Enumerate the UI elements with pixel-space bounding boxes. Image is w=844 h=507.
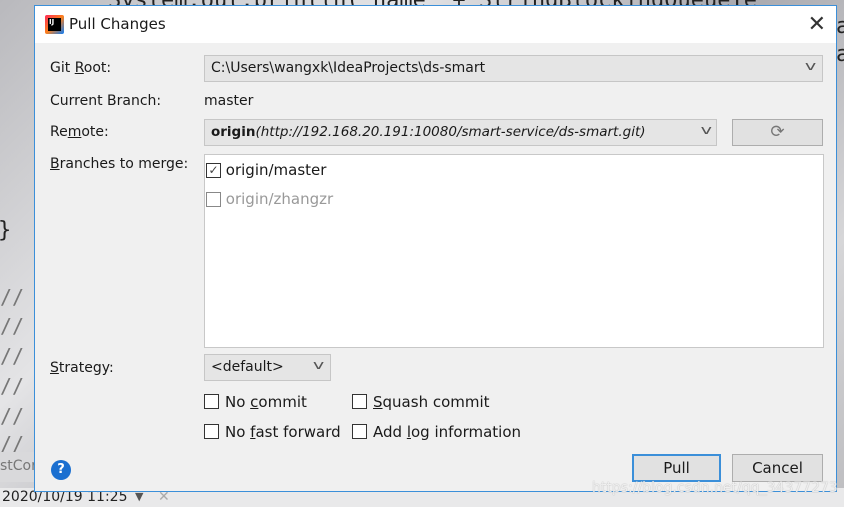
pull-button[interactable]: Pull (632, 454, 721, 482)
remote-url: (http://192.168.20.191:10080/smart-servi… (255, 124, 646, 140)
watermark: https://blog.csdn.net/qq_34377273 (592, 480, 838, 496)
pull-changes-dialog: IJ Pull Changes ✕ Git Root: C:\Users\wan… (34, 5, 837, 492)
branch-item-origin-master[interactable]: ✓ origin/master (206, 161, 326, 179)
remote-name: origin (211, 124, 256, 140)
refresh-remotes-button[interactable]: ⟳ (732, 119, 823, 146)
chevron-down-icon: v (690, 123, 712, 137)
add-log-information-checkbox[interactable]: Add log information (352, 423, 521, 441)
no-fast-forward-checkbox[interactable]: No fast forward (204, 423, 341, 441)
editor-brace: } (0, 218, 11, 243)
editor-comment: // (0, 344, 25, 368)
squash-commit-checkbox[interactable]: Squash commit (352, 393, 490, 411)
branches-label: Branches to merge: (50, 156, 189, 172)
intellij-logo-icon: IJ (45, 15, 64, 34)
editor-tab-stub[interactable]: stCor (0, 452, 37, 482)
current-branch-value: master (204, 93, 254, 109)
refresh-icon: ⟳ (770, 122, 785, 142)
close-icon[interactable]: ✕ (808, 12, 826, 37)
editor-comment: // (0, 285, 25, 309)
cancel-button[interactable]: Cancel (732, 454, 823, 482)
dialog-title: Pull Changes (69, 15, 166, 33)
remote-label: Remote: (50, 124, 109, 140)
git-root-select[interactable]: C:\Users\wangxk\IdeaProjects\ds-smart v (204, 55, 823, 82)
git-root-value: C:\Users\wangxk\IdeaProjects\ds-smart (211, 60, 486, 76)
editor-comment: // (0, 314, 25, 338)
editor-comment: // (0, 404, 25, 428)
no-commit-checkbox[interactable]: No commit (204, 393, 307, 411)
checkbox[interactable] (206, 192, 221, 207)
branches-list: ✓ origin/master origin/zhangzr (204, 154, 824, 348)
checkbox-checked[interactable]: ✓ (206, 163, 221, 178)
strategy-label: Strategy: (50, 360, 114, 376)
branch-item-origin-zhangzr[interactable]: origin/zhangzr (206, 190, 333, 208)
remote-select[interactable]: origin(http://192.168.20.191:10080/smart… (204, 119, 717, 146)
editor-code-fragment: a (836, 42, 844, 67)
chevron-down-icon: v (312, 358, 325, 372)
strategy-value: <default> (211, 359, 284, 375)
current-branch-label: Current Branch: (50, 93, 162, 109)
help-icon[interactable]: ? (51, 460, 71, 480)
strategy-select[interactable]: <default> v (204, 354, 331, 381)
editor-comment: // (0, 374, 25, 398)
chevron-down-icon: v (804, 59, 817, 73)
editor-code-fragment: a (836, 14, 844, 39)
title-bar: IJ Pull Changes ✕ (35, 6, 836, 43)
git-root-label: Git Root: (50, 60, 112, 76)
